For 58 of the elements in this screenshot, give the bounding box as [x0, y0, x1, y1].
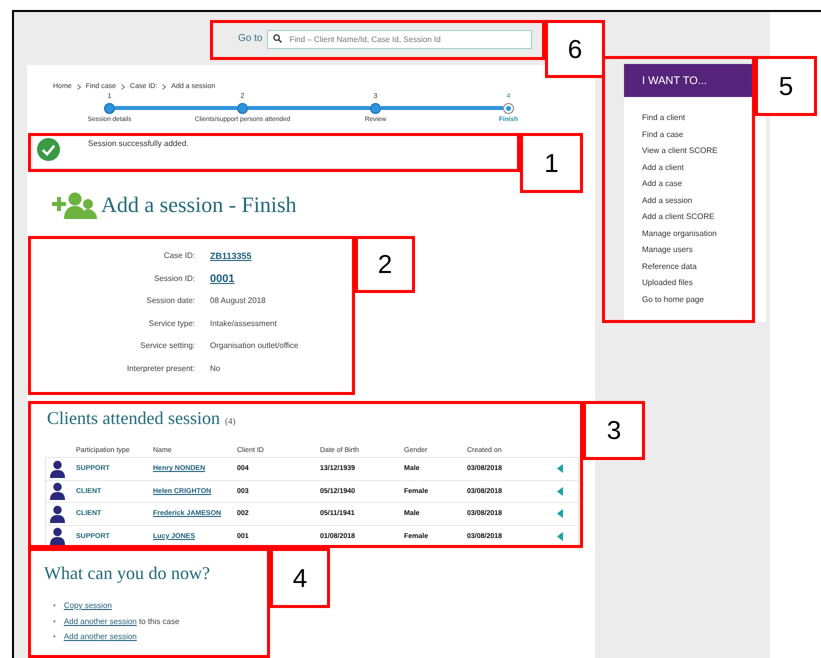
sidebar-link[interactable]: Add a client SCORE	[642, 212, 766, 228]
search-icon	[273, 34, 282, 43]
sidebar-link[interactable]: View a client SCORE	[642, 146, 766, 162]
detail-value: Intake/assessment	[210, 318, 277, 328]
action-link[interactable]: Add another session	[64, 632, 137, 648]
expand-arrow-icon[interactable]	[557, 532, 563, 541]
callout-number: 4	[270, 548, 330, 608]
callout-number: 5	[755, 56, 817, 116]
bullet: •	[53, 632, 56, 643]
action-link[interactable]: Add another session	[64, 616, 137, 626]
detail-label: Case ID:	[162, 250, 195, 262]
id-link[interactable]: ZB113355	[210, 251, 252, 261]
person-icon	[49, 460, 66, 478]
sidebar-link[interactable]: Reference data	[642, 262, 766, 278]
section-title: Clients attended session	[47, 408, 220, 429]
sidebar-link[interactable]: Find a client	[642, 113, 766, 130]
person-icon	[49, 504, 66, 523]
page-title: Add a session - Finish	[101, 192, 297, 218]
chevron-icon	[121, 84, 126, 90]
id-link[interactable]: 0001	[210, 272, 234, 284]
section-title: What can you do now?	[44, 563, 210, 584]
detail-label: Interpreter present:	[126, 362, 195, 375]
client-count: (4)	[224, 416, 236, 426]
detail-value: 08 August 2018	[210, 296, 266, 305]
goto-label: Go to	[238, 33, 262, 44]
sidebar-link[interactable]: Add a client	[642, 162, 766, 179]
callout-number: 2	[355, 236, 415, 293]
bullet: •	[53, 601, 56, 612]
sidebar-link[interactable]: Manage users	[642, 245, 766, 262]
search-field[interactable]: Find – Client Name/Id, Case Id, Session Id	[267, 30, 532, 49]
sidebar-link[interactable]: Add a case	[642, 179, 766, 196]
sidebar-link[interactable]: Uploaded files	[642, 278, 766, 294]
check-icon	[37, 138, 60, 161]
detail-label: Session date:	[146, 295, 195, 307]
detail-label: Service setting:	[139, 340, 195, 352]
action-text: Add another session to this case	[64, 616, 180, 628]
callout-number: 3	[583, 401, 645, 460]
detail-value: Organisation outlet/office	[210, 341, 298, 350]
detail-label: Service type:	[148, 318, 195, 330]
callout-number: 1	[520, 133, 583, 193]
expand-arrow-icon[interactable]	[557, 464, 563, 474]
expand-arrow-icon[interactable]	[557, 486, 563, 496]
person-icon	[49, 527, 66, 546]
detail-label: Session ID:	[153, 272, 195, 284]
callout-number: 6	[545, 20, 605, 78]
chevron-icon	[162, 84, 166, 90]
sidebar-link[interactable]: Add a session	[642, 196, 766, 212]
expand-arrow-icon[interactable]	[557, 509, 563, 518]
person-icon	[49, 482, 66, 500]
sidebar-link[interactable]: Manage organisation	[642, 228, 766, 245]
bullet: •	[53, 616, 56, 628]
detail-value: No	[210, 364, 220, 372]
action-link[interactable]: Copy session	[64, 601, 112, 616]
chevron-icon	[76, 84, 81, 90]
message-text: Session successfully added.	[88, 139, 188, 148]
sidebar-link[interactable]: Find a case	[642, 130, 766, 146]
sidebar-link[interactable]: Go to home page	[642, 294, 766, 311]
add-people-icon	[52, 191, 98, 219]
